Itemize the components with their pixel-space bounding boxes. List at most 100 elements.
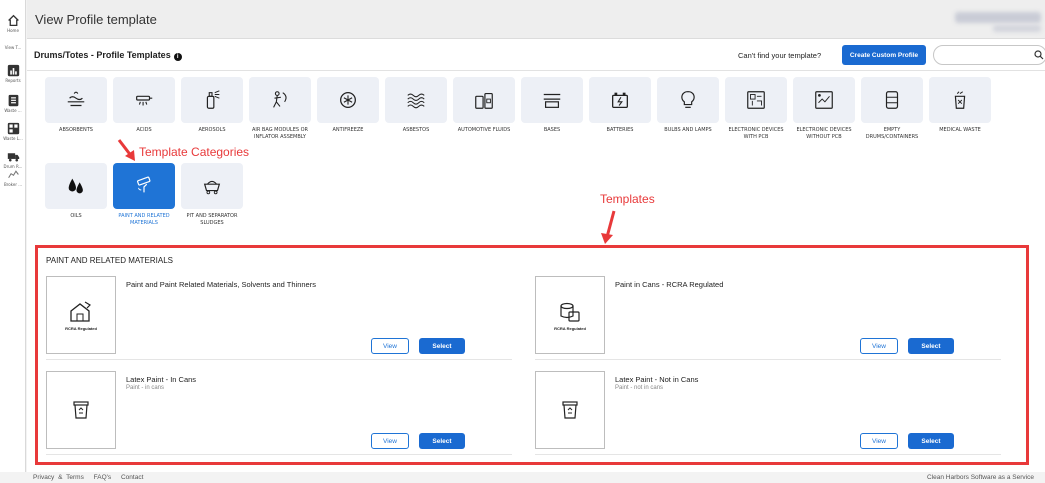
category-tile[interactable] <box>385 77 447 123</box>
rail-item-view[interactable]: View T... <box>0 44 26 50</box>
category-label: AEROSOLS <box>198 127 226 133</box>
footer: Privacy & Terms FAQ's Contact Clean Harb… <box>0 472 1045 483</box>
rail-label: Home <box>7 28 19 33</box>
category-label: ASBESTOS <box>402 127 430 133</box>
view-button[interactable]: View <box>371 338 409 354</box>
template-title: Latex Paint - Not in Cans <box>615 375 699 384</box>
automotive-fluids-icon <box>475 92 493 109</box>
category-tile[interactable] <box>113 77 175 123</box>
asbestos-icon <box>407 93 425 109</box>
rail-label: Broker ... <box>3 182 23 187</box>
footer-links: Privacy & Terms FAQ's Contact <box>33 474 149 481</box>
footer-link-faq[interactable]: FAQ's <box>94 474 112 481</box>
rail-item-broker[interactable]: Broker ... <box>0 168 26 187</box>
bases-icon <box>543 93 561 108</box>
annotation-templates: Templates <box>600 192 655 206</box>
footer-link-contact[interactable]: Contact <box>121 474 143 481</box>
category-paint-related-materials[interactable]: PAINT AND RELATED MATERIALS <box>113 163 177 243</box>
template-subtitle: Paint - in cans <box>126 385 165 391</box>
view-button[interactable]: View <box>860 338 898 354</box>
view-button[interactable]: View <box>371 433 409 449</box>
category-tile[interactable] <box>45 163 107 209</box>
info-icon[interactable]: i <box>173 53 182 61</box>
category-tile[interactable] <box>589 77 651 123</box>
category-empty-drums[interactable]: EMPTY DRUMS/CONTAINERS <box>861 77 925 157</box>
select-button[interactable]: Select <box>908 433 954 449</box>
category-tile-selected[interactable] <box>113 163 175 209</box>
category-medical-waste[interactable]: MEDICAL WASTE <box>929 77 993 157</box>
category-label: AIR BAG MODULES OR INFLATOR ASSEMBLY <box>251 127 309 140</box>
category-label: ABSORBENTS <box>59 127 93 133</box>
user-name-blurred[interactable] <box>955 12 1041 23</box>
recycle-bin-icon <box>73 401 89 419</box>
category-tile[interactable] <box>657 77 719 123</box>
category-tile[interactable] <box>793 77 855 123</box>
annotation-template-categories: Template Categories <box>139 145 250 159</box>
create-custom-profile-button[interactable]: Create Custom Profile <box>842 45 926 65</box>
user-account-blurred <box>993 25 1041 32</box>
category-tile[interactable] <box>181 77 243 123</box>
template-subtitle: Paint - not in cans <box>615 385 664 391</box>
category-tile[interactable] <box>453 77 515 123</box>
thumbnail-caption: RCRA Regulated <box>65 326 97 331</box>
paint-house-icon <box>70 301 91 322</box>
category-absorbents[interactable]: ABSORBENTS <box>45 77 109 157</box>
category-electronic-pcb[interactable]: ELECTRONIC DEVICES WITH PCB <box>725 77 789 157</box>
drum-icon <box>885 91 899 109</box>
category-bases[interactable]: BASES <box>521 77 585 157</box>
category-asbestos[interactable]: ASBESTOS <box>385 77 449 157</box>
bulb-icon <box>681 91 695 108</box>
search-icon[interactable] <box>1034 50 1044 60</box>
template-thumbnail: RCRA Regulated <box>46 276 116 354</box>
category-antifreeze[interactable]: ANTIFREEZE <box>317 77 381 157</box>
rail-item-waste[interactable]: Waste ... <box>0 94 26 113</box>
template-thumbnail <box>46 371 116 449</box>
rail-item-waste-list[interactable]: Waste L... <box>0 122 26 141</box>
aerosol-icon <box>206 90 220 109</box>
absorbent-icon <box>67 91 85 107</box>
rail-item-reports[interactable]: Reports <box>0 64 26 83</box>
category-tile[interactable] <box>317 77 379 123</box>
category-electronic-no-pcb[interactable]: ELECTRONIC DEVICES WITHOUT PCB <box>793 77 857 157</box>
category-tile[interactable] <box>861 77 923 123</box>
category-tile[interactable] <box>249 77 311 123</box>
category-tile[interactable] <box>45 77 107 123</box>
sludge-cart-icon <box>203 180 221 195</box>
category-label: OILS <box>70 213 82 219</box>
electronic-pcb-icon <box>747 91 765 109</box>
category-bulbs-lamps[interactable]: BULBS AND LAMPS <box>657 77 721 157</box>
home-icon <box>7 14 19 27</box>
search-input[interactable] <box>933 45 1045 65</box>
app: Home View T... Reports Waste ... Waste L… <box>0 0 1045 483</box>
rail-label: Reports <box>5 78 21 83</box>
select-button[interactable]: Select <box>908 338 954 354</box>
antifreeze-icon <box>340 92 356 108</box>
rail-label: View T... <box>4 45 22 50</box>
rail-item-home[interactable]: Home <box>0 14 26 33</box>
category-oils[interactable]: OILS <box>45 163 109 243</box>
select-button[interactable]: Select <box>419 433 465 449</box>
template-thumbnail <box>535 371 605 449</box>
category-label: ELECTRONIC DEVICES WITHOUT PCB <box>796 127 852 140</box>
rail-label: Waste ... <box>4 108 22 113</box>
category-automotive-fluids[interactable]: AUTOMOTIVE FLUIDS <box>453 77 517 157</box>
category-label: MEDICAL WASTE <box>939 127 981 133</box>
rail-item-drum[interactable]: Drum R... <box>0 150 26 169</box>
truck-icon <box>7 153 19 162</box>
waste-list-icon <box>7 122 19 135</box>
thumbnail-caption: RCRA Regulated <box>554 326 586 331</box>
category-pit-separator-sludges[interactable]: PIT AND SEPARATOR SLUDGES <box>181 163 245 243</box>
category-air-bag[interactable]: AIR BAG MODULES OR INFLATOR ASSEMBLY <box>249 77 313 157</box>
select-button[interactable]: Select <box>419 338 465 354</box>
electronic-no-pcb-icon <box>815 91 833 109</box>
waste-icon <box>8 94 18 107</box>
category-label: BASES <box>543 127 561 133</box>
category-tile[interactable] <box>725 77 787 123</box>
category-tile[interactable] <box>181 163 243 209</box>
view-button[interactable]: View <box>860 433 898 449</box>
category-tile[interactable] <box>929 77 991 123</box>
footer-link-privacy[interactable]: Privacy & Terms <box>33 474 84 481</box>
category-batteries[interactable]: BATTERIES <box>589 77 653 157</box>
category-tile[interactable] <box>521 77 583 123</box>
battery-icon <box>612 92 628 108</box>
